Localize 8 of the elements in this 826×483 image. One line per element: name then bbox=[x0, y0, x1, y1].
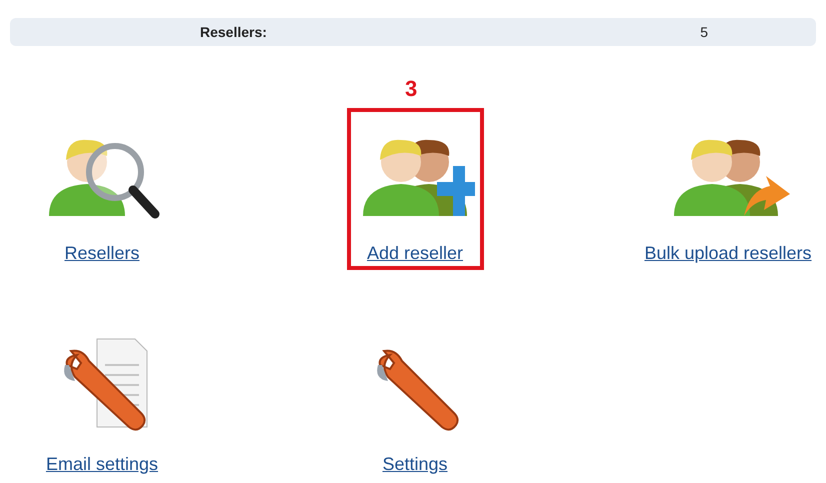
tile-link[interactable]: Email settings bbox=[46, 451, 158, 478]
tile-link[interactable]: Resellers bbox=[64, 240, 140, 267]
tile-link[interactable]: Bulk upload resellers bbox=[644, 240, 812, 267]
summary-value: 5 bbox=[700, 22, 708, 42]
tile-link[interactable]: Add reseller bbox=[366, 240, 464, 267]
tile-link[interactable]: Settings bbox=[382, 451, 448, 478]
step-number: 3 bbox=[405, 78, 418, 100]
summary-label: Resellers: bbox=[200, 22, 267, 42]
